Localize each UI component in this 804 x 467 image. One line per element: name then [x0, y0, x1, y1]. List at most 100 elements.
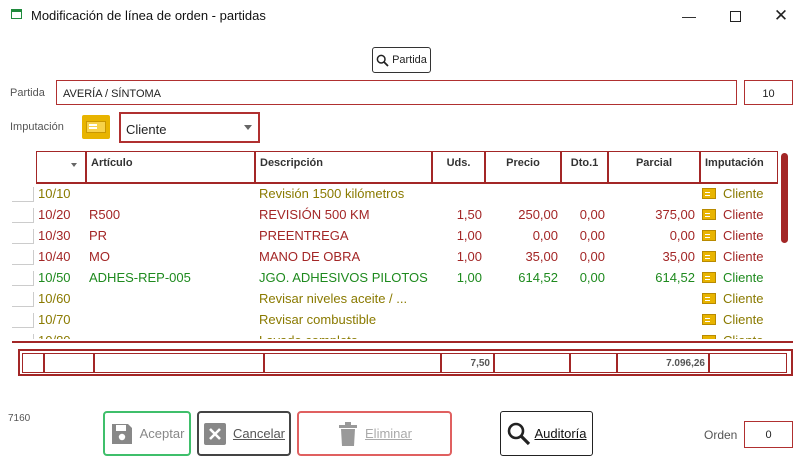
grid-scrollbar[interactable]	[781, 153, 788, 243]
table-row[interactable]: 10/30 PR PREENTREGA 1,00 0,00 0,00 0,00 Cliente	[12, 226, 778, 247]
cell-dto: 0,00	[579, 249, 605, 264]
cell-uds: 1,00	[456, 249, 482, 264]
cell-articulo: ADHES-REP-005	[89, 270, 191, 285]
row-selector[interactable]	[12, 271, 34, 286]
row-selector[interactable]	[12, 229, 34, 244]
cell-imputacion: Cliente	[723, 333, 763, 339]
cell-linea: 10/40	[38, 249, 71, 264]
row-selector[interactable]	[12, 208, 34, 223]
row-selector[interactable]	[12, 292, 34, 307]
table-row[interactable]: 10/60 Revisar niveles aceite / ... Cliente	[12, 289, 778, 310]
close-icon[interactable]: ✕	[758, 0, 804, 32]
cell-linea: 10/70	[38, 312, 71, 327]
cell-descripcion: REVISIÓN 500 KM	[259, 207, 370, 222]
partida-button[interactable]: Partida	[372, 47, 431, 73]
cell-parcial: 35,00	[662, 249, 695, 264]
cell-descripcion: PREENTREGA	[259, 228, 349, 243]
cell-precio: 614,52	[518, 270, 558, 285]
cell-articulo: R500	[89, 207, 121, 222]
header-parcial[interactable]: Parcial	[608, 151, 700, 184]
cell-descripcion: Revisar combustible	[259, 312, 377, 327]
header-articulo[interactable]: Artículo	[86, 151, 255, 184]
header-dto[interactable]: Dto.1	[561, 151, 608, 184]
totals-bar: 7,50 7.096,26	[18, 349, 793, 376]
orden-field[interactable]: 0	[744, 421, 793, 448]
cell-dto: 0,00	[579, 228, 605, 243]
totals-cell	[494, 353, 570, 373]
partida-number-field[interactable]: 10	[744, 80, 793, 105]
trash-icon	[339, 421, 358, 446]
partida-button-label: Partida	[392, 54, 427, 66]
header-precio[interactable]: Precio	[485, 151, 561, 184]
totals-cell	[264, 353, 441, 373]
cell-uds: 1,50	[456, 207, 482, 222]
header-descripcion[interactable]: Descripción	[255, 151, 432, 184]
cell-imputacion: Cliente	[723, 312, 764, 327]
row-selector[interactable]	[12, 334, 34, 339]
header-imputacion[interactable]: Imputación	[700, 151, 778, 184]
cell-parcial: 375,00	[655, 207, 695, 222]
table-row[interactable]: 10/80 Lavado completo Cliente	[12, 331, 778, 339]
eliminar-label: Eliminar	[365, 426, 412, 441]
client-card-icon	[702, 272, 716, 283]
cell-precio: 0,00	[532, 228, 558, 243]
client-card-icon	[702, 209, 716, 220]
aceptar-button[interactable]: Aceptar	[103, 411, 191, 456]
window-title: Modificación de línea de orden - partida…	[31, 8, 266, 23]
totals-cell	[94, 353, 264, 373]
table-row[interactable]: 10/70 Revisar combustible Cliente	[12, 310, 778, 331]
imputacion-select[interactable]: Cliente	[119, 112, 260, 143]
client-card-icon	[702, 335, 716, 339]
cell-linea: 10/50	[38, 270, 71, 285]
cell-articulo: PR	[89, 228, 108, 243]
table-row[interactable]: 10/10 Revisión 1500 kilómetros Cliente	[12, 184, 778, 205]
partida-label: Partida	[10, 87, 45, 99]
orden-label: Orden	[704, 428, 738, 442]
client-card-icon	[702, 293, 716, 304]
cell-linea: 10/20	[38, 207, 71, 222]
search-icon	[508, 422, 531, 445]
row-selector[interactable]	[12, 187, 34, 202]
cell-linea: 10/60	[38, 291, 71, 306]
table-row[interactable]: 10/50 ADHES-REP-005 JGO. ADHESIVOS PILOTOS…	[12, 268, 778, 289]
maximize-icon[interactable]	[712, 0, 758, 32]
cell-dto: 0,00	[579, 270, 605, 285]
row-selector[interactable]	[12, 313, 34, 328]
cell-linea: 10/30	[38, 228, 71, 243]
grid-body: 10/10 Revisión 1500 kilómetros Cliente 10/2…	[0, 184, 780, 339]
table-row[interactable]: 10/40 MO MANO DE OBRA 1,00 35,00 0,00 35,00 Cli…	[12, 247, 778, 268]
eliminar-button[interactable]: Eliminar	[297, 411, 452, 456]
imputacion-card-icon[interactable]	[82, 115, 110, 139]
cell-uds: 1,00	[456, 270, 482, 285]
row-selector[interactable]	[12, 250, 34, 265]
header-uds[interactable]: Uds.	[432, 151, 485, 184]
sort-column-header[interactable]	[36, 151, 86, 184]
cancelar-button[interactable]: Cancelar	[197, 411, 291, 456]
cancelar-label: Cancelar	[232, 426, 286, 441]
imputacion-select-value: Cliente	[126, 122, 167, 137]
cell-descripcion: MANO DE OBRA	[259, 249, 361, 264]
cell-imputacion: Cliente	[723, 228, 764, 243]
grid-header: Artículo Descripción Uds. Precio Dto.1 P…	[36, 151, 778, 184]
auditoria-label: Auditoría	[534, 426, 587, 441]
totals-cell	[44, 353, 94, 373]
total-uds: 7,50	[441, 353, 494, 373]
cell-imputacion: Cliente	[723, 249, 764, 264]
aceptar-label: Aceptar	[139, 426, 185, 441]
cell-imputacion: Cliente	[723, 270, 764, 285]
minimize-icon[interactable]: —	[666, 0, 712, 32]
client-card-icon	[702, 314, 716, 325]
cell-precio: 250,00	[518, 207, 558, 222]
totals-cell	[570, 353, 617, 373]
cell-linea: 10/10	[38, 186, 71, 201]
client-card-icon	[702, 188, 716, 199]
total-parcial: 7.096,26	[617, 353, 709, 373]
title-bar: Modificación de línea de orden - partida…	[0, 0, 804, 32]
cell-parcial: 614,52	[655, 270, 695, 285]
client-card-icon	[702, 251, 716, 262]
cell-descripcion: Revisión 1500 kilómetros	[259, 186, 405, 201]
cell-uds: 1,00	[456, 228, 482, 243]
table-row[interactable]: 10/20 R500 REVISIÓN 500 KM 1,50 250,00 0,00 37…	[12, 205, 778, 226]
partida-field[interactable]: AVERÍA / SÍNTOMA	[56, 80, 737, 105]
auditoria-button[interactable]: Auditoría	[500, 411, 593, 456]
